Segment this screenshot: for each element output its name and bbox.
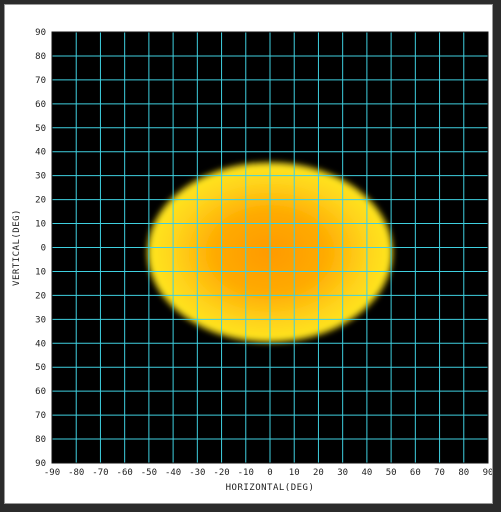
x-tick-label: 90 (483, 468, 492, 478)
y-tick-label: 90 (35, 28, 46, 38)
y-tick-label: 30 (35, 172, 46, 182)
y-tick-label: 40 (35, 339, 46, 349)
x-tick-label: 60 (410, 468, 421, 478)
x-tick-label: -90 (44, 468, 60, 478)
y-tick-label: 0 (41, 244, 46, 254)
x-tick-label: 30 (337, 468, 348, 478)
y-tick-label: 10 (35, 267, 46, 277)
x-axis-label: HORIZONTAL(DEG) (226, 483, 315, 493)
x-tick-label: -20 (213, 468, 229, 478)
x-tick-label: -30 (189, 468, 205, 478)
y-tick-label: 20 (35, 291, 46, 301)
x-tick-label: 10 (289, 468, 300, 478)
y-tick-label: 20 (35, 196, 46, 206)
x-tick-label: -60 (117, 468, 133, 478)
chart-frame: -90 -80 -70 -60 -50 -40 -30 -20 -10 0 10 20 30 40 50 60… (4, 4, 493, 504)
y-tick-label: 90 (35, 459, 46, 469)
y-axis-label: VERTICAL(DEG) (12, 209, 22, 286)
x-tick-label: -50 (141, 468, 157, 478)
y-tick-label: 60 (35, 387, 46, 397)
y-tick-label: 80 (35, 52, 46, 62)
x-tick-label: -10 (238, 468, 254, 478)
y-tick-label: 70 (35, 76, 46, 86)
chart: -90 -80 -70 -60 -50 -40 -30 -20 -10 0 10 20 30 40 50 60… (12, 28, 492, 493)
x-tick-label: -70 (92, 468, 108, 478)
x-tick-label: -80 (68, 468, 84, 478)
x-tick-label: 0 (267, 468, 272, 478)
y-tick-label: 70 (35, 411, 46, 421)
y-tick-label: 40 (35, 148, 46, 158)
y-tick-label: 80 (35, 435, 46, 445)
y-tick-label: 60 (35, 100, 46, 110)
x-tick-label: 80 (458, 468, 469, 478)
x-tick-label: 50 (386, 468, 397, 478)
y-tick-label: 10 (35, 220, 46, 230)
x-tick-label: -40 (165, 468, 181, 478)
y-tick-label: 30 (35, 315, 46, 325)
y-tick-label: 50 (35, 124, 46, 134)
x-tick-label: 40 (361, 468, 372, 478)
x-tick-label: 20 (313, 468, 324, 478)
y-tick-label: 50 (35, 363, 46, 373)
x-tick-label: 70 (434, 468, 445, 478)
